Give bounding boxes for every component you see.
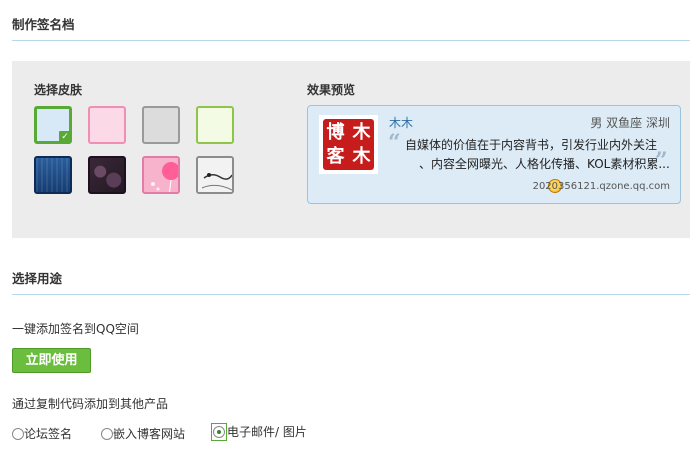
usage-divider [12,294,690,295]
radio-label: 论坛签名 [24,427,73,441]
skin-ink-painting[interactable] [196,156,234,194]
skin-pink-balloon[interactable] [142,156,180,194]
radio-button-checked[interactable] [213,426,225,438]
ink-painting-icon [198,158,232,192]
usage-title: 选择用途 [12,271,63,286]
skins-label: 选择皮肤 [34,83,83,97]
open-quote-icon: “ [388,130,401,156]
copy-code-text: 通过复制代码添加到其他产品 [12,397,169,411]
page-title: 制作签名档 [12,17,75,32]
radio-forum-signature[interactable]: 论坛签名 [12,425,72,442]
radio-button[interactable] [12,428,24,440]
preview-signature-line-1: 自媒体的价值在于内容背书，引发行业内外关注 [405,138,658,152]
radio-label: 嵌入博客网站 [113,427,186,441]
skin-light-blue[interactable]: ✓ [34,106,72,144]
seal-char: 博 [326,122,345,143]
signature-preview-card: 木 木 博 客 木木 男 双鱼座 深圳 “ 自媒体的价值在于内容背书，引发行业内… [307,105,681,204]
skin-dark-purple-texture[interactable] [88,156,126,194]
radio-label: 电子邮件/ 图片 [227,425,307,439]
close-quote-icon: ” [655,148,668,174]
preview-username[interactable]: 木木 [389,114,413,131]
avatar: 木 木 博 客 [319,115,378,174]
skin-dark-blue-texture[interactable] [34,156,72,194]
title-divider [12,40,690,41]
skin-light-green[interactable] [196,106,234,144]
preview-url: 2020356121.qzone.qq.com [532,181,670,192]
seal-logo: 木 木 博 客 [323,119,374,170]
selected-check-icon: ✓ [59,131,71,143]
seal-char: 木 [352,122,371,143]
qq-space-text: 一键添加签名到QQ空间 [12,322,139,336]
preview-user-info: 男 双鱼座 深圳 [590,116,670,130]
radio-button[interactable] [101,428,113,440]
seal-char: 木 [352,146,371,167]
radio-embed-blog[interactable]: 嵌入博客网站 [101,425,185,442]
preview-label: 效果预览 [307,83,356,97]
skin-light-pink[interactable] [88,106,126,144]
preview-signature-line-2: 、内容全网曝光、人格化传播、KOL素材积累... [419,157,670,171]
balloon-icon [144,158,178,192]
use-now-button[interactable]: 立即使用 [12,348,91,373]
seal-char: 客 [326,146,345,167]
radio-email-image[interactable]: 电子邮件/ 图片 [211,423,307,441]
skin-light-gray[interactable] [142,106,180,144]
